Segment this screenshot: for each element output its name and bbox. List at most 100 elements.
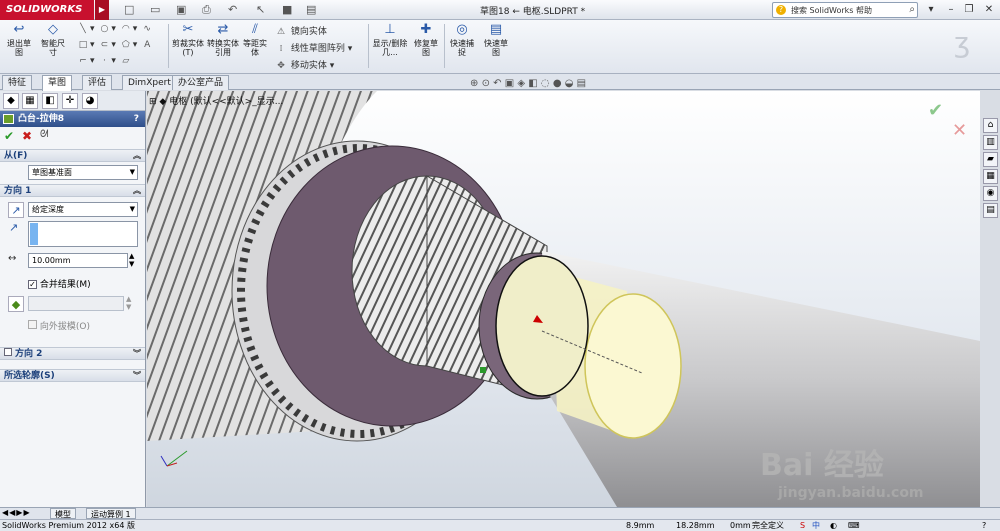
save-icon[interactable]: ▣ — [176, 4, 188, 16]
restore-button[interactable]: ❐ — [962, 3, 976, 17]
end-condition-dropdown[interactable]: 给定深度 ▼ — [28, 202, 138, 217]
help-dropdown-icon[interactable]: ▾ — [924, 3, 938, 17]
rapid-sketch-button[interactable]: ▤ 快速草图 — [482, 22, 510, 57]
options-icon[interactable]: ▤ — [306, 4, 318, 16]
tab-evaluate[interactable]: 评估 — [82, 75, 113, 90]
checkbox-checked-icon[interactable]: ✓ — [28, 280, 37, 289]
arc-icon[interactable]: ◠ — [119, 24, 133, 34]
collapse-icon[interactable]: ︽ — [133, 150, 141, 162]
depth-input[interactable]: 10.00mm — [28, 253, 128, 268]
quick-snaps-button[interactable]: ◎ 快速捕捉 — [448, 22, 476, 57]
view-orientation-icon[interactable]: ◈ — [517, 78, 525, 89]
expand-icon[interactable]: ︾ — [133, 348, 141, 360]
close-button[interactable]: ✕ — [982, 3, 996, 17]
scene-icon[interactable]: ◒ — [565, 78, 574, 89]
direction-selection-box[interactable] — [28, 221, 138, 247]
preview-glasses-icon[interactable]: ᘛ — [40, 129, 49, 140]
ime-icon[interactable]: S — [800, 520, 805, 531]
help-search-box[interactable]: ? 搜索 SolidWorks 帮助 ⌕ — [772, 2, 918, 18]
rect-tools-row[interactable]: □ ▾ ⊂ ▾ ⬠ ▾ A — [76, 40, 154, 50]
confirm-corner-ok-icon[interactable]: ✔ — [928, 100, 943, 121]
trim-entities-button[interactable]: ✂ 剪裁实体(T) — [172, 22, 204, 57]
undo-icon[interactable]: ↶ — [228, 4, 240, 16]
minimize-button[interactable]: – — [944, 3, 958, 17]
home-icon[interactable]: ⌂ — [983, 118, 998, 133]
help-button[interactable]: ? — [134, 111, 139, 127]
point-icon[interactable]: · — [97, 56, 111, 66]
tab-model[interactable]: 模型 — [50, 508, 76, 519]
tab-motion-study[interactable]: 运动算例 1 — [86, 508, 136, 519]
appearances-icon[interactable]: ◉ — [983, 186, 998, 201]
fillet-icon[interactable]: ⌐ — [76, 56, 90, 66]
menu-arrow-icon[interactable]: ▶ — [95, 0, 109, 20]
polygon-icon[interactable]: ⬠ — [119, 40, 133, 50]
print-icon[interactable]: ⎙ — [202, 4, 214, 16]
confirm-corner-cancel-icon[interactable]: ✕ — [952, 120, 967, 141]
line-icon[interactable]: ╲ — [76, 24, 90, 34]
section-direction-2[interactable]: 方向 2 ︾ — [0, 347, 145, 360]
expand-icon[interactable]: ︾ — [133, 370, 141, 382]
from-dropdown[interactable]: 草图基准面 ▼ — [28, 165, 138, 180]
reverse-direction-icon[interactable]: ↗ — [8, 202, 24, 218]
point-tools-row[interactable]: ⌐ ▾ · ▾ ▱ — [76, 56, 133, 66]
section-direction-1[interactable]: 方向 1 ︽ — [0, 184, 145, 197]
move-entities-button[interactable]: ✥ 移动实体 ▾ — [274, 58, 334, 71]
rectangle-icon[interactable]: □ — [76, 40, 90, 50]
draft-icon[interactable]: ◆ — [8, 296, 24, 312]
file-explorer-icon[interactable]: ▰ — [983, 152, 998, 167]
tab-office-products[interactable]: 办公室产品 — [172, 75, 230, 90]
search-icon[interactable]: ⌕ — [909, 4, 915, 15]
hide-show-icon[interactable]: ◌ — [541, 78, 550, 89]
section-selected-contours[interactable]: 所选轮廓(S) ︾ — [0, 369, 145, 382]
smart-dimension-button[interactable]: ◇ 智能尺寸 — [38, 22, 68, 57]
open-file-icon[interactable]: ▭ — [150, 4, 162, 16]
rebuild-icon[interactable]: ■ — [282, 4, 294, 16]
line-tools-row[interactable]: ╲ ▾ ○ ▾ ◠ ▾ ∿ — [76, 24, 154, 34]
previous-view-icon[interactable]: ↶ — [493, 78, 501, 89]
section-view-icon[interactable]: ▣ — [505, 78, 514, 89]
linear-pattern-button[interactable]: ⁞ 线性草图阵列 ▾ — [274, 41, 353, 54]
view-settings-icon[interactable]: ▤ — [577, 78, 586, 89]
view-palette-icon[interactable]: ▦ — [983, 169, 998, 184]
tab-scroll-arrows-icon[interactable]: ◀◀▶▶ — [2, 508, 31, 517]
help-status-icon[interactable]: ? — [982, 520, 986, 531]
property-manager-tab-icon[interactable]: ▦ — [22, 93, 38, 109]
configuration-tab-icon[interactable]: ◧ — [42, 93, 58, 109]
mirror-entities-button[interactable]: ⚠ 镜向实体 — [274, 24, 327, 37]
select-icon[interactable]: ↖ — [256, 4, 268, 16]
new-file-icon[interactable]: □ — [124, 4, 136, 16]
keyboard-icon[interactable]: ⌨ — [848, 520, 860, 531]
input-method-icon[interactable]: 中 — [812, 520, 820, 531]
slot-icon[interactable]: ⊂ — [97, 40, 111, 50]
zoom-fit-icon[interactable]: ⊕ — [470, 78, 478, 89]
custom-properties-icon[interactable]: ▤ — [983, 203, 998, 218]
show-delete-relations-button[interactable]: ⊥ 显示/删除几... — [372, 22, 408, 57]
circle-icon[interactable]: ○ — [97, 24, 111, 34]
section-from[interactable]: 从(F) ︽ — [0, 149, 145, 162]
convert-entities-button[interactable]: ⇄ 转换实体引用 — [206, 22, 240, 57]
design-library-icon[interactable]: ▥ — [983, 135, 998, 150]
tab-features[interactable]: 特征 — [2, 75, 33, 90]
checkbox-icon[interactable] — [4, 348, 12, 356]
text-icon[interactable]: A — [140, 40, 154, 50]
offset-entities-button[interactable]: ⫽ 等距实体 — [242, 22, 268, 57]
spline-icon[interactable]: ∿ — [140, 24, 154, 34]
spin-arrows-icon[interactable]: ▲ ▼ — [129, 252, 134, 268]
appearance-icon[interactable]: ● — [553, 78, 562, 89]
exit-sketch-button[interactable]: ↩ 退出草图 — [4, 22, 34, 57]
solidworks-logo[interactable]: SOLIDWORKS — [0, 0, 94, 20]
tab-sketch[interactable]: 草图 — [42, 75, 73, 91]
zoom-area-icon[interactable]: ⊙ — [482, 78, 490, 89]
plane-icon[interactable]: ▱ — [119, 56, 133, 66]
display-style-icon[interactable]: ◧ — [528, 78, 537, 89]
repair-sketch-button[interactable]: ✚ 修复草图 — [412, 22, 440, 57]
display-tab-icon[interactable]: ◕ — [82, 93, 98, 109]
merge-result-checkbox[interactable]: ✓ 合并结果(M) — [28, 277, 91, 290]
help-search-input[interactable]: 搜索 SolidWorks 帮助 — [791, 5, 872, 16]
ok-check-icon[interactable]: ✔ — [4, 129, 14, 143]
punctuation-icon[interactable]: ◐ — [830, 520, 837, 531]
feature-tree-tab-icon[interactable]: ◆ — [3, 93, 19, 109]
feature-tree-flyout[interactable]: ⊞ ◆ 电枢 (默认<<默认>_显示... — [149, 94, 283, 107]
dimxpert-tab-icon[interactable]: ✛ — [62, 93, 78, 109]
cancel-x-icon[interactable]: ✖ — [22, 129, 32, 143]
